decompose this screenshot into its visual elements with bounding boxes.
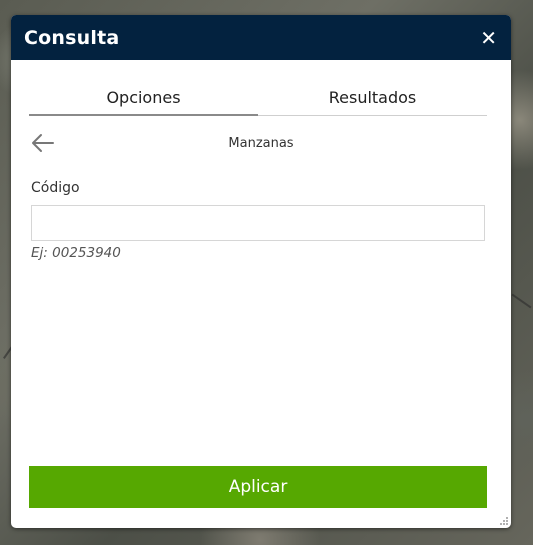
tab-bar: Opciones Resultados bbox=[29, 85, 487, 116]
codigo-input[interactable] bbox=[31, 205, 485, 241]
section-title: Manzanas bbox=[228, 136, 294, 151]
resize-handle-icon[interactable] bbox=[499, 516, 509, 526]
widget-titlebar[interactable]: Consulta ✕ bbox=[11, 15, 511, 60]
tab-resultados[interactable]: Resultados bbox=[258, 85, 487, 115]
apply-button[interactable]: Aplicar bbox=[29, 466, 487, 508]
codigo-label: Código bbox=[31, 180, 80, 196]
codigo-hint: Ej: 00253940 bbox=[31, 245, 121, 261]
tab-opciones[interactable]: Opciones bbox=[29, 85, 258, 116]
query-widget-panel: Consulta ✕ Opciones Resultados Manzanas … bbox=[11, 15, 511, 528]
widget-title: Consulta bbox=[24, 26, 120, 49]
tab-label: Resultados bbox=[328, 88, 417, 107]
tab-label: Opciones bbox=[106, 88, 181, 107]
close-icon[interactable]: ✕ bbox=[480, 28, 497, 48]
map-road bbox=[511, 293, 532, 309]
